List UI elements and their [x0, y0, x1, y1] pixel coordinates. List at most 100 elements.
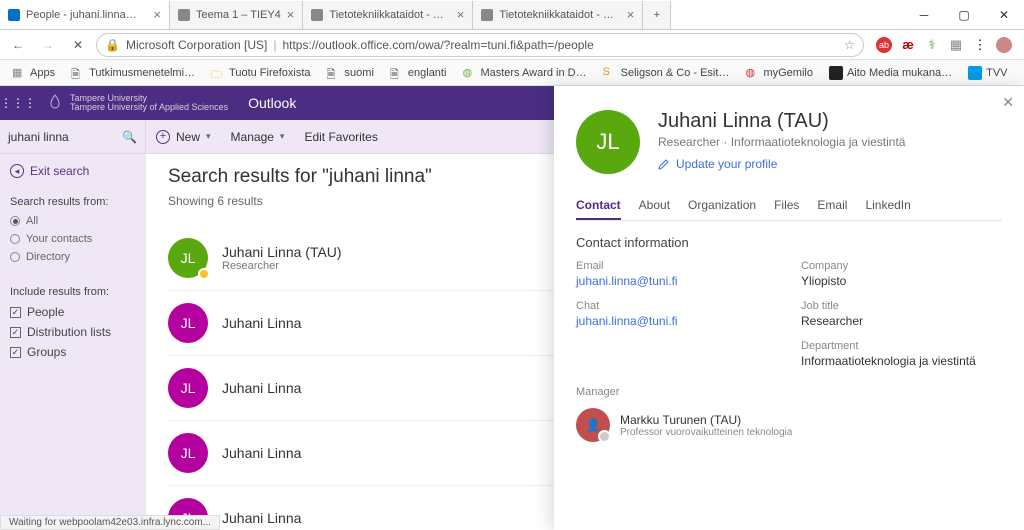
site-identity: Microsoft Corporation [US] — [126, 38, 267, 52]
manage-button[interactable]: Manage▾ — [221, 130, 295, 144]
extension-icons: ab æ ⚕ ▦ ⋮ — [870, 37, 1018, 53]
bookmark[interactable]: ▦Apps — [6, 66, 61, 80]
browser-tab[interactable]: Tietotekniikkataidot - YH2 tehtäv… × — [303, 1, 473, 29]
avatar: JL — [168, 238, 208, 278]
doc-icon: 🗎 — [71, 66, 85, 80]
bookmark[interactable]: TVV — [962, 66, 1013, 80]
browser-tab[interactable]: People - juhani.linna@tuni.fi × — [0, 1, 170, 29]
include-groups[interactable]: ✓Groups — [10, 342, 136, 362]
back-button[interactable]: ← — [6, 33, 30, 57]
bookmark[interactable]: ◍myGemilo — [739, 66, 819, 80]
tab-organization[interactable]: Organization — [688, 192, 756, 220]
search-input[interactable]: juhani linna 🔍 — [0, 120, 146, 154]
ext-icon[interactable]: ▦ — [948, 37, 964, 53]
browser-tab[interactable]: Teema 1 – TIEY4 × — [170, 1, 303, 29]
detail-tabs: Contact About Organization Files Email L… — [576, 192, 1002, 221]
bookmark-folder[interactable]: 🗀Tuotu Firefoxista — [205, 66, 317, 80]
window-maximize-button[interactable]: ▢ — [944, 0, 984, 30]
close-button[interactable]: ✕ — [1002, 94, 1014, 111]
bookmark[interactable]: 🗎suomi — [321, 66, 380, 80]
checkbox-checked-icon: ✓ — [10, 347, 21, 358]
tab-label: Tietotekniikkataidot - YH2 tehtäv… — [329, 9, 450, 21]
bookmark[interactable]: Aito Media mukana… — [823, 66, 958, 80]
tab-about[interactable]: About — [639, 192, 670, 220]
tab-close-icon[interactable]: × — [153, 7, 161, 22]
tab-label: People - juhani.linna@tuni.fi — [26, 9, 147, 21]
avatar: JL — [168, 303, 208, 343]
tab-contact[interactable]: Contact — [576, 192, 621, 220]
presence-away-icon — [198, 268, 210, 280]
include-people[interactable]: ✓People — [10, 302, 136, 322]
chevron-down-icon: ▾ — [206, 131, 211, 142]
detail-name: Juhani Linna (TAU) — [658, 110, 905, 133]
job-value: Researcher — [801, 314, 1002, 328]
app-launcher-icon[interactable]: ⋮⋮⋮ — [0, 86, 36, 120]
pencil-icon — [658, 158, 670, 170]
folder-icon: 🗀 — [211, 66, 225, 80]
profile-avatar[interactable] — [996, 37, 1012, 53]
manager-row[interactable]: 👤 Markku Turunen (TAU) Professor vuorova… — [576, 408, 1002, 442]
search-icon[interactable]: 🔍 — [122, 130, 137, 144]
favicon — [481, 9, 493, 21]
icon — [968, 66, 982, 80]
stop-button[interactable]: ✕ — [66, 33, 90, 57]
manager-title: Professor vuorovaikutteinen teknologia — [620, 427, 792, 438]
outlook-favicon — [8, 9, 20, 21]
doc-icon: 🗎 — [327, 66, 341, 80]
ext-icon[interactable]: ⚕ — [924, 37, 940, 53]
person-title: Researcher — [222, 260, 342, 272]
bookmark[interactable]: ◍Masters Award in D… — [456, 66, 592, 80]
s-icon: S — [603, 66, 617, 80]
tab-close-icon[interactable]: × — [627, 7, 635, 22]
detail-avatar: JL — [576, 110, 640, 174]
edit-favorites-button[interactable]: Edit Favorites — [294, 130, 387, 144]
manager-heading: Manager — [576, 386, 1002, 398]
url-bar[interactable]: 🔒 Microsoft Corporation [US] | https://o… — [96, 33, 864, 57]
checkbox-checked-icon: ✓ — [10, 327, 21, 338]
lock-icon: 🔒 — [105, 38, 120, 52]
new-button[interactable]: +New▾ — [146, 130, 221, 144]
browser-tab[interactable]: Tietotekniikkataidot - H1 tehtäv… × — [473, 1, 643, 29]
bookmarks-bar: ▦Apps 🗎Tutkimusmenetelmi… 🗀Tuotu Firefox… — [0, 60, 1024, 86]
new-tab-button[interactable]: + — [643, 1, 671, 29]
person-name: Juhani Linna — [222, 445, 301, 461]
tab-close-icon[interactable]: × — [287, 7, 295, 22]
org-logo: Tampere UniversityTampere University of … — [36, 86, 238, 120]
include-distribution-lists[interactable]: ✓Distribution lists — [10, 322, 136, 342]
ext-icon[interactable]: ab — [876, 37, 892, 53]
window-minimize-button[interactable]: ─ — [904, 0, 944, 30]
star-icon[interactable]: ☆ — [844, 38, 855, 52]
radio-icon — [10, 252, 20, 262]
tab-label: Tietotekniikkataidot - H1 tehtäv… — [499, 9, 620, 21]
doc-icon: 🗎 — [390, 66, 404, 80]
tab-files[interactable]: Files — [774, 192, 799, 220]
person-name: Juhani Linna — [222, 380, 301, 396]
filter-your-contacts[interactable]: Your contacts — [10, 230, 136, 248]
bookmark[interactable]: 🗎englanti — [384, 66, 453, 80]
filter-all[interactable]: All — [10, 212, 136, 230]
bookmark[interactable]: 🗎Tutkimusmenetelmi… — [65, 66, 201, 80]
ext-icon[interactable]: æ — [900, 37, 916, 53]
exit-search-button[interactable]: ◂ Exit search — [10, 162, 136, 188]
search-value: juhani linna — [8, 130, 69, 144]
update-profile-link[interactable]: Update your profile — [658, 157, 905, 171]
menu-icon[interactable]: ⋮ — [972, 37, 988, 53]
tab-linkedin[interactable]: LinkedIn — [865, 192, 910, 220]
filter-directory[interactable]: Directory — [10, 248, 136, 266]
field-label: Department — [801, 340, 1002, 352]
filter-heading: Search results from: — [10, 196, 136, 208]
tab-close-icon[interactable]: × — [457, 7, 465, 22]
radio-icon — [10, 216, 20, 226]
forward-button[interactable]: → — [36, 33, 60, 57]
field-label: Company — [801, 260, 1002, 272]
app-name[interactable]: Outlook — [238, 95, 306, 111]
favicon — [311, 9, 323, 21]
tab-email[interactable]: Email — [817, 192, 847, 220]
left-rail: ◂ Exit search Search results from: All Y… — [0, 154, 146, 530]
bookmark[interactable]: SSeligson & Co - Esit… — [597, 66, 736, 80]
chat-link[interactable]: juhani.linna@tuni.fi — [576, 314, 777, 328]
window-close-button[interactable]: ✕ — [984, 0, 1024, 30]
browser-tabstrip: People - juhani.linna@tuni.fi × Teema 1 … — [0, 0, 1024, 30]
email-link[interactable]: juhani.linna@tuni.fi — [576, 274, 777, 288]
person-name: Juhani Linna — [222, 510, 301, 526]
